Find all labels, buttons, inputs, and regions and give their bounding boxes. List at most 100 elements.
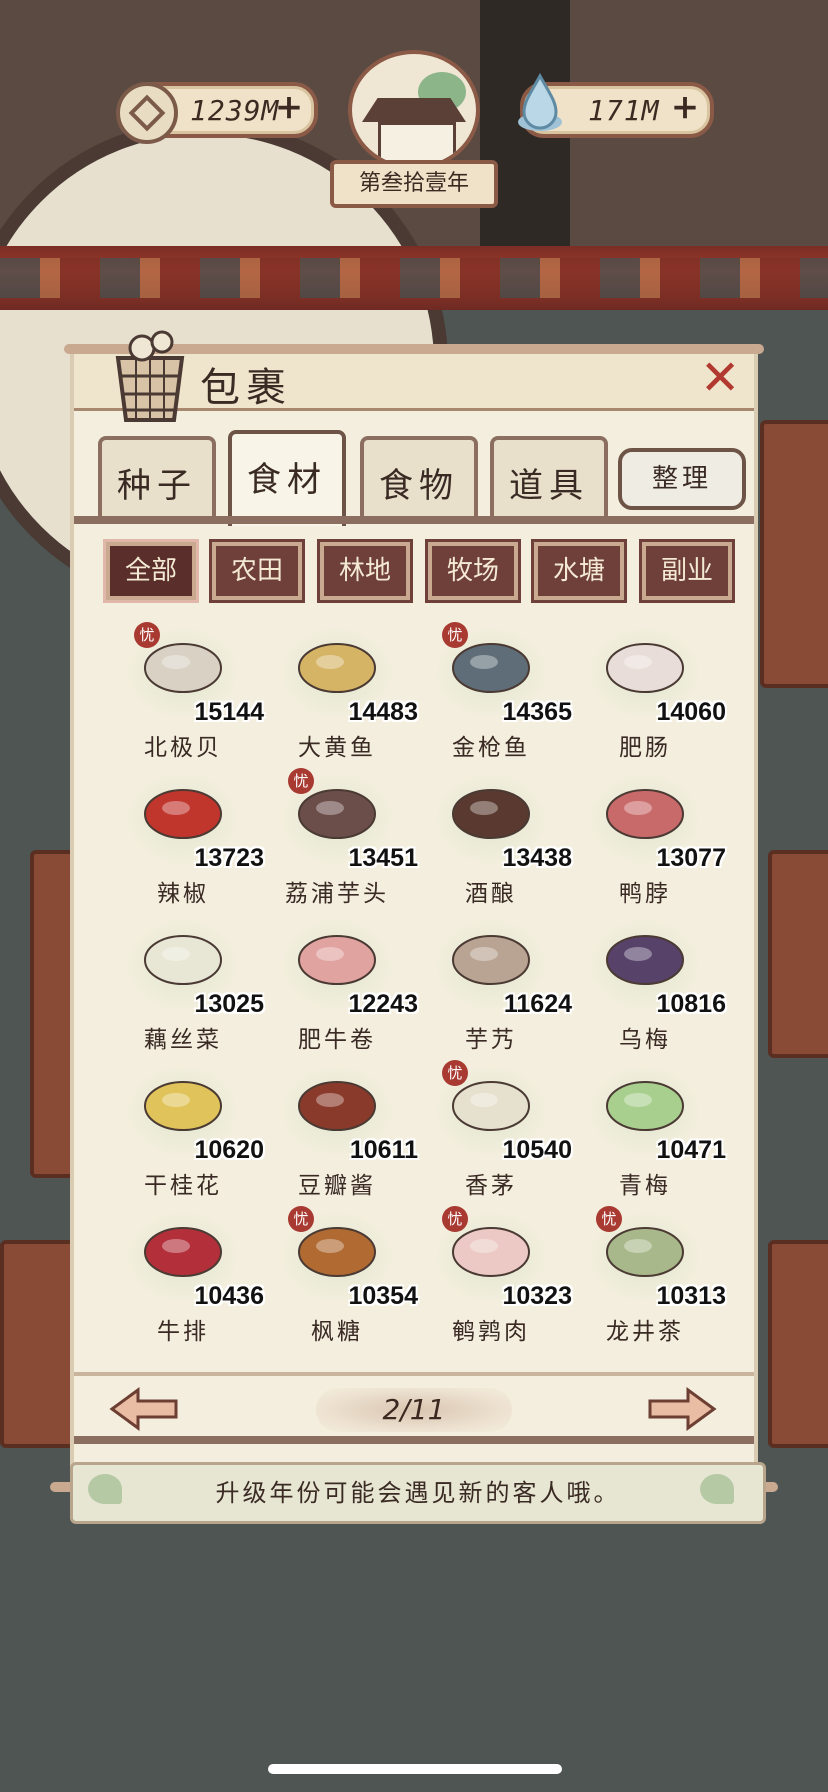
roof-icon	[362, 98, 466, 122]
inventory-item[interactable]: 10620 干桂花	[108, 1060, 264, 1200]
inventory-item[interactable]: 12243 肥牛卷	[262, 914, 418, 1054]
limited-badge: 忧	[596, 1206, 622, 1232]
item-image-icon	[298, 643, 376, 693]
item-quantity: 13723	[194, 844, 264, 872]
item-name: 大黄鱼	[298, 735, 376, 761]
page-indicator: 2/11	[316, 1388, 512, 1432]
inventory-item[interactable]: 14060 肥肠	[570, 622, 726, 762]
mural-right-top	[760, 420, 828, 688]
inventory-item[interactable]: 10436 牛排	[108, 1206, 264, 1346]
item-image-icon	[606, 643, 684, 693]
item-image-icon	[606, 935, 684, 985]
item-quantity: 10540	[502, 1136, 572, 1164]
item-quantity: 13451	[348, 844, 418, 872]
item-image-icon	[144, 935, 222, 985]
inventory-item[interactable]: 忧 10354 枫糖	[262, 1206, 418, 1346]
item-quantity: 14060	[656, 698, 726, 726]
coin-counter[interactable]: 1239M +	[116, 82, 318, 144]
inventory-item[interactable]: 10471 青梅	[570, 1060, 726, 1200]
water-counter[interactable]: 171M +	[518, 72, 714, 138]
item-quantity: 10313	[656, 1282, 726, 1310]
tab-ingredients[interactable]: 食材	[228, 430, 346, 526]
beam-pattern	[0, 258, 828, 298]
item-quantity: 15144	[194, 698, 264, 726]
filter-all[interactable]: 全部	[106, 542, 196, 600]
item-name: 酒酿	[465, 881, 517, 907]
add-water-button[interactable]: +	[670, 90, 700, 124]
water-drop-icon	[518, 72, 562, 131]
limited-badge: 忧	[442, 622, 468, 648]
item-quantity: 13438	[502, 844, 572, 872]
limited-badge: 忧	[442, 1060, 468, 1086]
item-image-icon	[452, 935, 530, 985]
inventory-item[interactable]: 忧 14365 金枪鱼	[416, 622, 572, 762]
inventory-item[interactable]: 11624 芋艿	[416, 914, 572, 1054]
coin-value: 1239M	[190, 93, 280, 127]
filter-sideline[interactable]: 副业	[642, 542, 732, 600]
limited-badge: 忧	[288, 1206, 314, 1232]
item-name: 鹌鹑肉	[452, 1319, 530, 1345]
tip-banner: 升级年份可能会遇见新的客人哦。	[70, 1462, 766, 1524]
item-name: 藕丝菜	[144, 1027, 222, 1053]
ginkgo-leaf-icon	[88, 1474, 122, 1504]
mural-left-bottom	[0, 1240, 82, 1448]
close-button[interactable]: ✕	[700, 354, 740, 402]
item-quantity: 13077	[656, 844, 726, 872]
item-image-icon	[298, 935, 376, 985]
tab-food[interactable]: 食物	[360, 436, 478, 524]
tab-props[interactable]: 道具	[490, 436, 608, 524]
limited-badge: 忧	[288, 768, 314, 794]
item-quantity: 12243	[348, 990, 418, 1018]
pager-divider	[74, 1372, 754, 1376]
inventory-item[interactable]: 13077 鸭脖	[570, 768, 726, 908]
coin-icon	[116, 82, 178, 144]
inventory-item[interactable]: 14483 大黄鱼	[262, 622, 418, 762]
item-quantity: 10816	[656, 990, 726, 1018]
inventory-item[interactable]: 忧 10313 龙井茶	[570, 1206, 726, 1346]
inventory-item[interactable]: 忧 13451 荔浦芋头	[262, 768, 418, 908]
filter-woodland[interactable]: 林地	[320, 542, 410, 600]
inventory-item[interactable]: 忧 10323 鹌鹑肉	[416, 1206, 572, 1346]
limited-badge: 忧	[134, 622, 160, 648]
item-image-icon	[144, 1081, 222, 1131]
item-quantity: 10611	[349, 1136, 418, 1164]
mural-right-mid	[768, 850, 828, 1058]
item-name: 辣椒	[157, 881, 209, 907]
filter-pond[interactable]: 水塘	[534, 542, 624, 600]
item-name: 干桂花	[144, 1173, 222, 1199]
item-name: 香茅	[465, 1173, 517, 1199]
inventory-item[interactable]: 10611 豆瓣酱	[262, 1060, 418, 1200]
home-indicator[interactable]	[268, 1764, 562, 1774]
house-icon[interactable]	[348, 50, 480, 170]
inventory-item[interactable]: 13438 酒酿	[416, 768, 572, 908]
item-quantity: 10620	[194, 1136, 264, 1164]
water-value: 171M	[588, 93, 660, 127]
item-name: 肥牛卷	[298, 1027, 376, 1053]
item-name: 肥肠	[619, 735, 671, 761]
item-quantity: 13025	[194, 990, 264, 1018]
filter-farmland[interactable]: 农田	[212, 542, 302, 600]
inventory-item[interactable]: 忧 10540 香茅	[416, 1060, 572, 1200]
item-image-icon	[298, 1081, 376, 1131]
item-name: 芋艿	[465, 1027, 517, 1053]
item-image-icon	[606, 1081, 684, 1131]
next-page-arrow-icon[interactable]	[646, 1386, 718, 1432]
item-name: 金枪鱼	[452, 735, 530, 761]
sort-button[interactable]: 整理	[618, 448, 746, 510]
item-name: 豆瓣酱	[298, 1173, 376, 1199]
add-coins-button[interactable]: +	[274, 90, 304, 124]
inventory-item[interactable]: 10816 乌梅	[570, 914, 726, 1054]
item-quantity: 10323	[502, 1282, 572, 1310]
item-name: 乌梅	[619, 1027, 671, 1053]
tab-seeds[interactable]: 种子	[98, 436, 216, 524]
inventory-item[interactable]: 忧 15144 北极贝	[108, 622, 264, 762]
item-name: 鸭脖	[619, 881, 671, 907]
inventory-item[interactable]: 13723 辣椒	[108, 768, 264, 908]
item-quantity: 10436	[194, 1282, 264, 1310]
filter-pasture[interactable]: 牧场	[428, 542, 518, 600]
ginkgo-leaf-icon	[700, 1474, 734, 1504]
inventory-item[interactable]: 13025 藕丝菜	[108, 914, 264, 1054]
item-quantity: 14483	[348, 698, 418, 726]
prev-page-arrow-icon[interactable]	[108, 1386, 180, 1432]
item-name: 枫糖	[311, 1319, 363, 1345]
